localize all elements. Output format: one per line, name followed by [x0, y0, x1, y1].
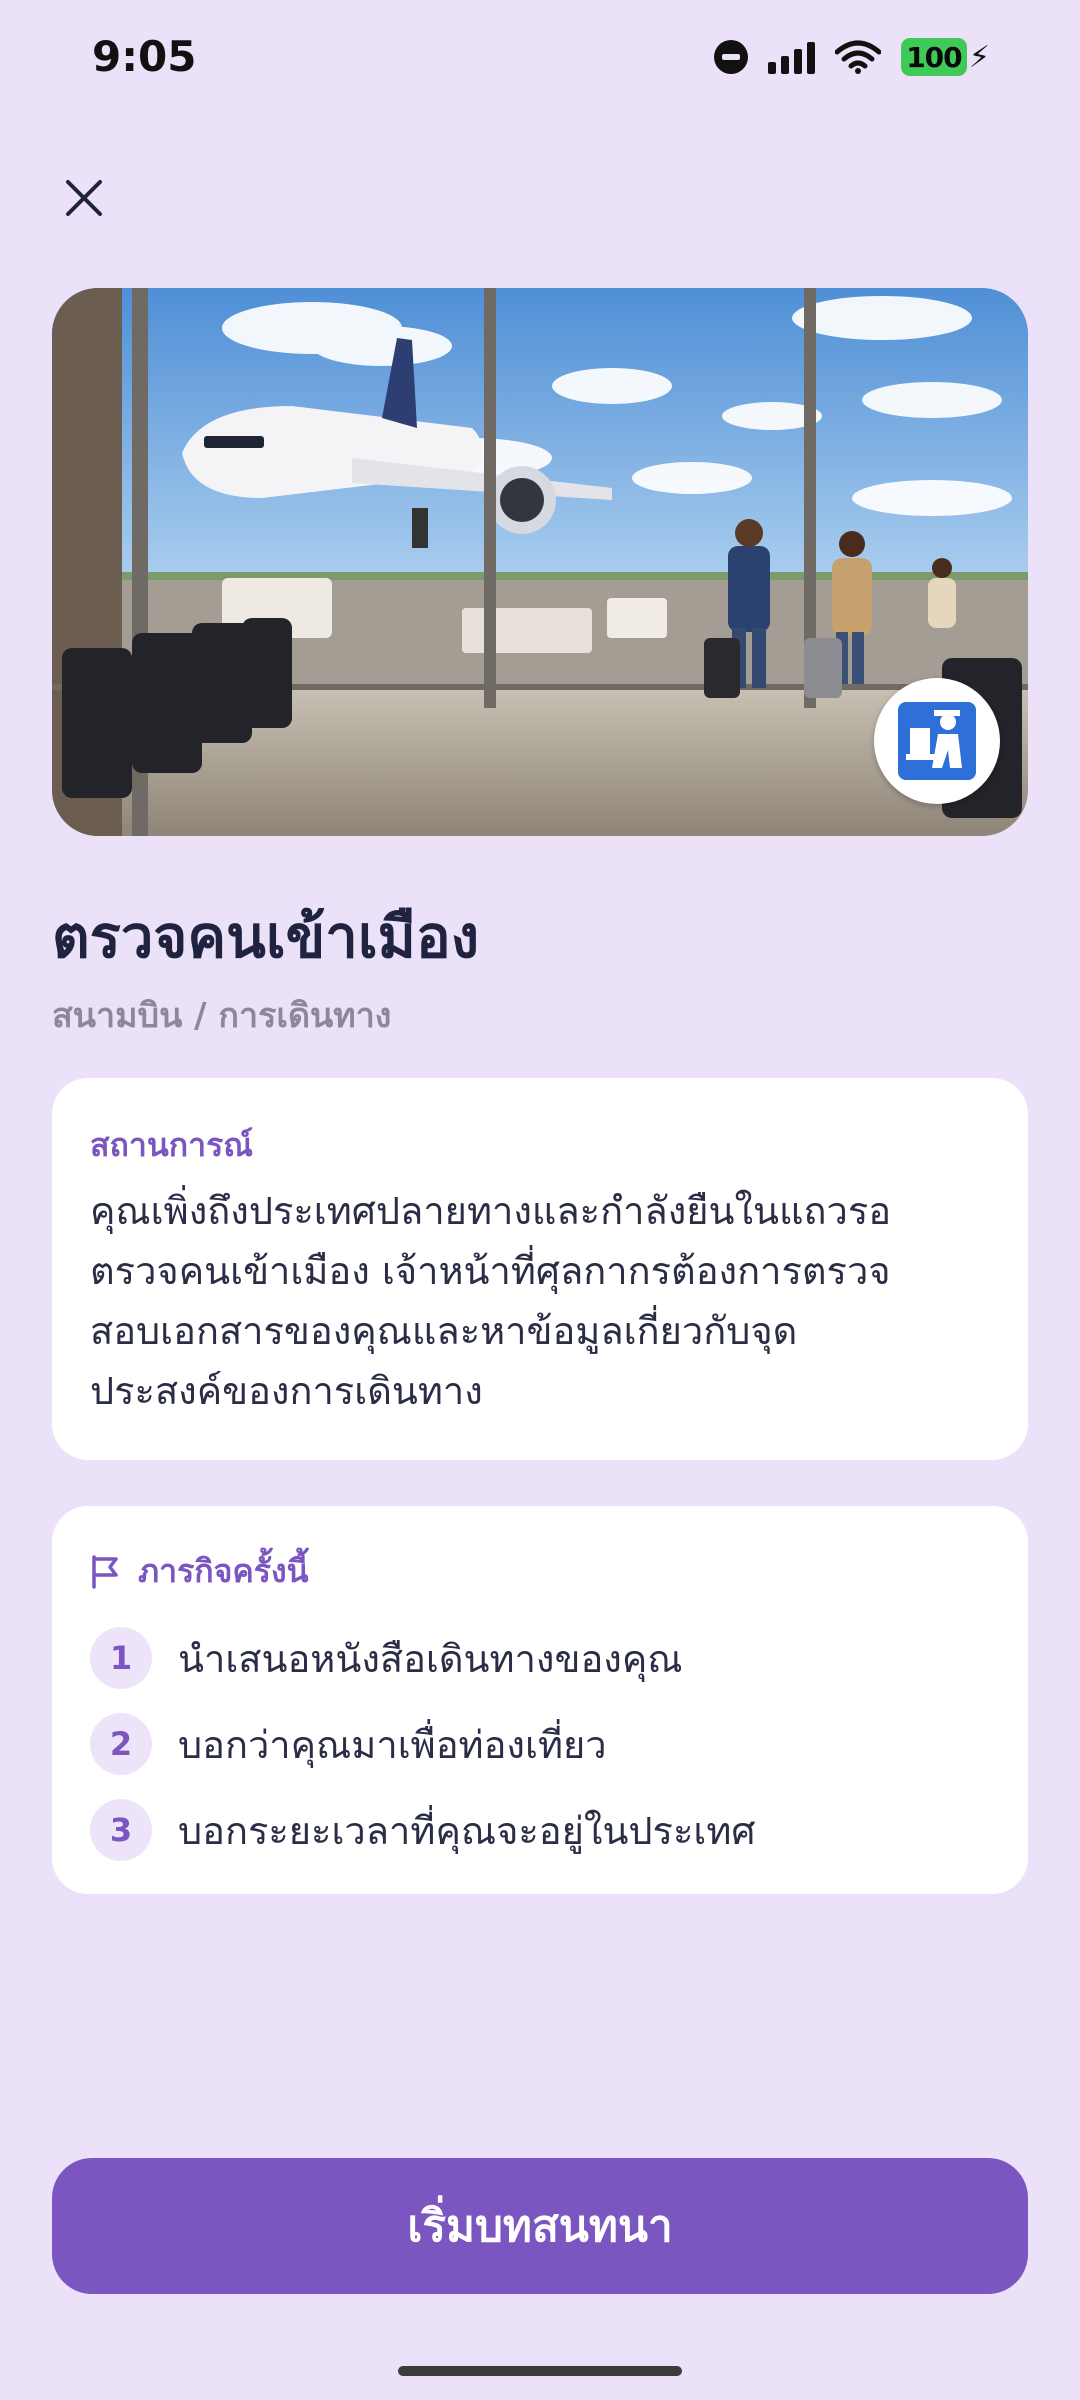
status-time: 9:05	[92, 32, 197, 81]
scenario-line: ตรวจคนเข้าเมือง เจ้าหน้าที่ศุลกากรต้องกา…	[90, 1249, 891, 1293]
scenario-line: ประสงค์ของการเดินทาง	[90, 1369, 483, 1413]
battery-level: 100	[900, 38, 967, 76]
mission-text: บอกระยะเวลาที่คุณจะอยู่ในประเทศ	[178, 1808, 756, 1853]
mission-text: นำเสนอหนังสือเดินทางของคุณ	[178, 1636, 683, 1681]
scenario-description: คุณเพิ่งถึงประเทศปลายทางและกำลังยืนในแถว…	[90, 1181, 990, 1421]
cellular-signal-icon	[767, 40, 815, 74]
mission-header: ภารกิจครั้งนี้	[90, 1546, 990, 1597]
close-button[interactable]	[56, 170, 112, 226]
scenario-card: สถานการณ์ คุณเพิ่งถึงประเทศปลายทางและกำล…	[52, 1078, 1028, 1460]
status-icons: 100 ⚡	[713, 38, 990, 76]
scenario-line: คุณเพิ่งถึงประเทศปลายทางและกำลังยืนในแถว…	[90, 1189, 892, 1233]
battery-indicator: 100 ⚡	[900, 38, 990, 76]
mission-number: 2	[90, 1713, 152, 1775]
lesson-category: สนามบิน / การเดินทาง	[52, 996, 392, 1036]
mission-item: 1 นำเสนอหนังสือเดินทางของคุณ	[90, 1615, 990, 1701]
mission-item: 2 บอกว่าคุณมาเพื่อท่องเที่ยว	[90, 1701, 990, 1787]
start-conversation-button[interactable]: เริ่มบทสนทนา	[52, 2158, 1028, 2294]
mission-number: 1	[90, 1627, 152, 1689]
flag-icon	[92, 1554, 118, 1589]
immigration-officer-icon	[898, 702, 976, 780]
hero-image	[52, 288, 1028, 836]
mission-list: 1 นำเสนอหนังสือเดินทางของคุณ 2 บอกว่าคุณ…	[90, 1615, 990, 1873]
scenario-line: สอบเอกสารของคุณและหาข้อมูลเกี่ยวกับจุด	[90, 1309, 798, 1353]
mission-number: 3	[90, 1799, 152, 1861]
status-bar: 9:05 100 ⚡	[0, 0, 1080, 120]
mission-text: บอกว่าคุณมาเพื่อท่องเที่ยว	[178, 1722, 607, 1767]
home-indicator[interactable]	[398, 2366, 682, 2376]
lesson-title: ตรวจคนเข้าเมือง	[52, 903, 480, 971]
charging-bolt-icon: ⚡	[968, 39, 990, 75]
mission-label: ภารกิจครั้งนี้	[138, 1552, 309, 1590]
mission-item: 3 บอกระยะเวลาที่คุณจะอยู่ในประเทศ	[90, 1787, 990, 1873]
immigration-badge	[874, 678, 1000, 804]
do-not-disturb-icon	[713, 40, 748, 74]
scenario-label: สถานการณ์	[90, 1126, 253, 1164]
mission-card: ภารกิจครั้งนี้ 1 นำเสนอหนังสือเดินทางของ…	[52, 1506, 1028, 1894]
wifi-icon	[834, 40, 881, 74]
close-icon	[66, 180, 102, 216]
